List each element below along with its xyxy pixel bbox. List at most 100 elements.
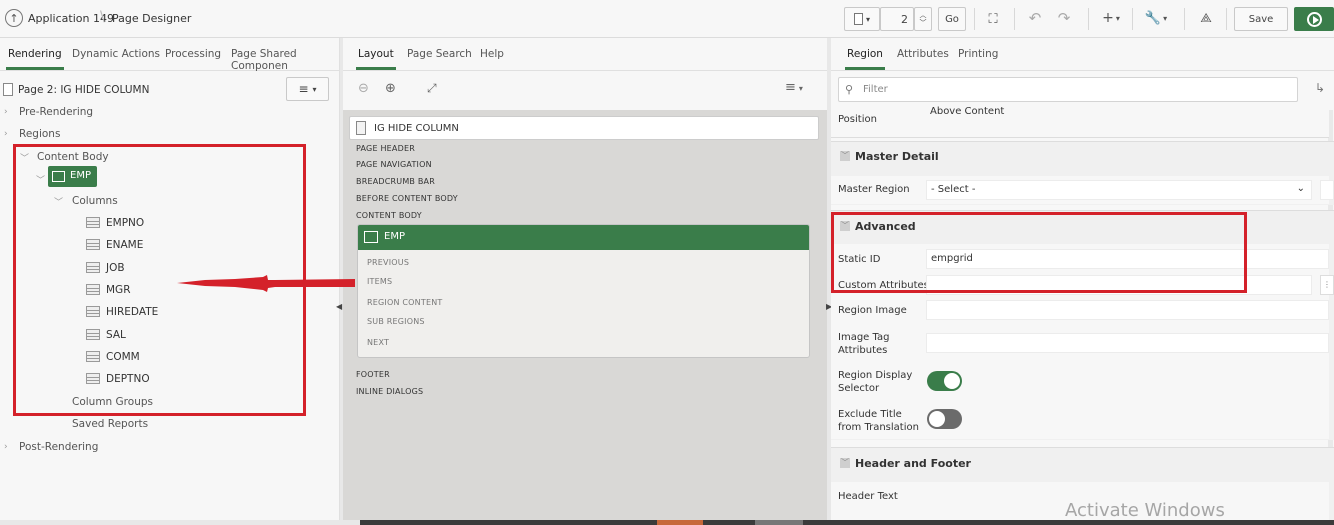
page-icon — [356, 121, 366, 135]
region-slot-next[interactable]: NEXT — [367, 338, 389, 347]
chevron-right-icon[interactable]: › — [4, 129, 8, 139]
tab-page-shared-components[interactable]: Page Shared Componen — [231, 48, 339, 72]
tab-layout[interactable]: Layout — [356, 48, 396, 70]
image-tag-attributes-label: Image Tag Attributes — [838, 332, 890, 356]
layout-position-before-content-body[interactable]: BEFORE CONTENT BODY — [356, 194, 458, 203]
top-toolbar: ↑ Application 149 \ Page Designer ▾ 2 ︿ … — [0, 0, 1334, 38]
zoom-in-icon[interactable]: ⊕ — [385, 81, 396, 96]
lock-page-icon[interactable]: ⛶ — [984, 10, 1002, 28]
zoom-out-icon[interactable]: ⊖ — [358, 81, 369, 96]
chevron-right-icon[interactable]: › — [4, 107, 8, 117]
toolbar-separator — [1132, 8, 1133, 30]
layout-position-breadcrumb-bar[interactable]: BREADCRUMB BAR — [356, 177, 435, 186]
region-image-label: Region Image — [838, 305, 907, 316]
exclude-title-toggle[interactable] — [927, 409, 962, 429]
play-icon — [1306, 11, 1322, 27]
chevron-up-icon[interactable]: ︿ — [920, 11, 927, 19]
layout-region-emp[interactable]: EMP PREVIOUS ITEMS REGION CONTENT SUB RE… — [357, 224, 810, 358]
region-slot-previous[interactable]: PREVIOUS — [367, 258, 409, 267]
chevron-right-icon[interactable]: › — [4, 442, 8, 452]
expand-icon[interactable]: ⤢ — [427, 81, 437, 96]
taskbar-strip — [0, 520, 1334, 525]
go-button[interactable]: Go — [938, 7, 966, 31]
position-label: Position — [838, 114, 877, 125]
tab-printing[interactable]: Printing — [958, 48, 998, 60]
region-slot-sub-regions[interactable]: SUB REGIONS — [367, 317, 425, 326]
page-number-stepper[interactable]: ︿ ﹀ — [914, 7, 932, 31]
interactive-grid-icon — [364, 231, 378, 243]
chevron-down-icon: ▾ — [865, 14, 870, 24]
region-display-selector-toggle[interactable] — [927, 371, 962, 391]
layout-panel: Layout Page Search Help ⊖ ⊕ ⤢ ≡ ▾ IG HIDE… — [343, 38, 827, 525]
search-icon: ⚲ — [845, 83, 854, 96]
tab-attributes[interactable]: Attributes — [897, 48, 949, 60]
tree-regions[interactable]: Regions — [19, 128, 60, 140]
undo-icon[interactable]: ↶ — [1026, 9, 1044, 27]
create-menu-icon[interactable]: + ▾ — [1098, 9, 1124, 27]
utilities-wrench-icon[interactable]: 🔧 ▾ — [1142, 9, 1170, 27]
save-button[interactable]: Save — [1234, 7, 1288, 31]
layout-position-footer[interactable]: FOOTER — [356, 370, 390, 379]
redo-icon[interactable]: ↷ — [1055, 9, 1073, 27]
chevron-down-icon: ⌄ — [1296, 183, 1305, 194]
image-tag-attributes-input[interactable] — [926, 333, 1329, 353]
master-region-label: Master Region — [838, 184, 910, 195]
collapse-chevron-icon[interactable]: ﹀ — [840, 458, 850, 468]
hamburger-icon: ≡ — [298, 82, 309, 96]
right-tabs: Region Attributes Printing — [831, 38, 1334, 71]
toolbar-separator — [974, 8, 975, 30]
position-select[interactable]: Above Content — [926, 104, 1329, 122]
toolbar-separator — [1184, 8, 1185, 30]
filter-field[interactable]: ⚲ Filter — [838, 77, 1298, 102]
layout-position-inline-dialogs[interactable]: INLINE DIALOGS — [356, 387, 423, 396]
page-number-input[interactable]: 2 — [880, 7, 914, 31]
section-title-master-detail[interactable]: Master Detail — [855, 150, 939, 163]
go-to-group-icon[interactable]: ↳ — [1315, 81, 1325, 95]
tree-menu-button[interactable]: ≡ ▾ — [286, 77, 329, 101]
tab-region[interactable]: Region — [845, 48, 885, 70]
tree-saved-reports[interactable]: Saved Reports — [72, 418, 148, 430]
master-region-extra[interactable] — [1320, 180, 1334, 200]
annotation-box-advanced — [831, 212, 1247, 293]
toggle-knob — [944, 373, 960, 389]
filter-input[interactable]: Filter — [863, 84, 888, 95]
annotation-arrow — [177, 275, 355, 292]
section-title-header-footer[interactable]: Header and Footer — [855, 457, 971, 470]
chevron-down-icon: ▾ — [312, 84, 317, 94]
header-text-label: Header Text — [838, 491, 898, 502]
breadcrumb-page-designer: Page Designer — [112, 12, 192, 25]
tab-page-search[interactable]: Page Search — [407, 48, 472, 60]
expand-editor-button[interactable]: ⋮ — [1320, 275, 1334, 295]
layout-page-card[interactable]: IG HIDE COLUMN — [349, 116, 819, 140]
breadcrumb-divider: \ — [100, 9, 105, 25]
middle-tabs: Layout Page Search Help — [343, 38, 827, 71]
master-region-select[interactable]: - Select - ⌄ — [926, 180, 1312, 200]
page-icon — [3, 83, 13, 96]
activate-windows-watermark: Activate Windows — [1065, 500, 1225, 521]
layout-position-content-body[interactable]: CONTENT BODY — [356, 211, 422, 220]
region-slot-items[interactable]: ITEMS — [367, 277, 392, 286]
chevron-down-icon[interactable]: ﹀ — [920, 19, 927, 27]
layout-position-page-header[interactable]: PAGE HEADER — [356, 144, 415, 153]
splitter-arrow-icon[interactable]: ◀ — [336, 302, 342, 311]
tree-pre-rendering[interactable]: Pre-Rendering — [19, 106, 93, 118]
page-title[interactable]: Page 2: IG HIDE COLUMN — [18, 84, 149, 96]
tree-post-rendering[interactable]: Post-Rendering — [19, 441, 98, 453]
run-page-button[interactable] — [1294, 7, 1334, 31]
page-type-dropdown[interactable]: ▾ — [844, 7, 880, 31]
tab-processing[interactable]: Processing — [165, 48, 221, 60]
shared-components-icon[interactable]: ⟁ — [1196, 9, 1216, 27]
layout-region-header[interactable]: EMP — [358, 225, 809, 250]
app-up-icon[interactable]: ↑ — [5, 9, 23, 27]
tab-rendering[interactable]: Rendering — [6, 48, 64, 70]
layout-canvas: IG HIDE COLUMN PAGE HEADER PAGE NAVIGATI… — [343, 110, 827, 525]
region-image-input[interactable] — [926, 300, 1329, 320]
layout-position-page-navigation[interactable]: PAGE NAVIGATION — [356, 160, 432, 169]
tab-help[interactable]: Help — [480, 48, 504, 60]
toggle-knob — [929, 411, 945, 427]
layout-menu-icon[interactable]: ≡ ▾ — [785, 80, 803, 95]
left-tabs: Rendering Dynamic Actions Processing Pag… — [0, 38, 339, 72]
tab-dynamic-actions[interactable]: Dynamic Actions — [72, 48, 160, 60]
collapse-chevron-icon[interactable]: ﹀ — [840, 151, 850, 161]
region-slot-region-content[interactable]: REGION CONTENT — [367, 298, 442, 307]
